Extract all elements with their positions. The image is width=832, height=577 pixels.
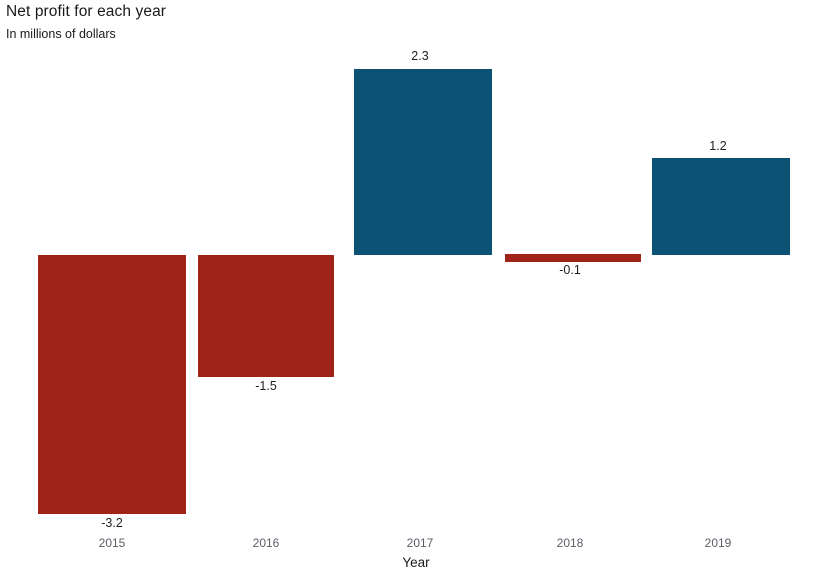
bar-2016[interactable] [198,255,334,377]
bar-value-label-2016: -1.5 [255,379,277,393]
x-tick-label-2015: 2015 [98,536,126,550]
plot-area: -3.2 -1.5 2.3 -0.1 1.2 2015 2016 2017 2018 2019 Ye… [0,0,832,577]
bar-value-label-2019: 1.2 [709,139,727,153]
bar-2018[interactable] [505,254,641,262]
bar-value-label-2018: -0.1 [559,263,581,277]
x-tick-label-2016: 2016 [252,536,280,550]
bar-2019[interactable] [652,158,790,255]
bar-2015[interactable] [38,255,186,514]
chart-figure: Net profit for each year In millions of … [0,0,832,577]
bar-value-label-2015: -3.2 [101,516,123,530]
x-axis-title: Year [402,555,430,570]
x-tick-label-2017: 2017 [406,536,434,550]
bar-2017[interactable] [354,69,492,255]
x-tick-label-2019: 2019 [704,536,732,550]
bar-value-label-2017: 2.3 [411,49,429,63]
x-tick-label-2018: 2018 [556,536,584,550]
